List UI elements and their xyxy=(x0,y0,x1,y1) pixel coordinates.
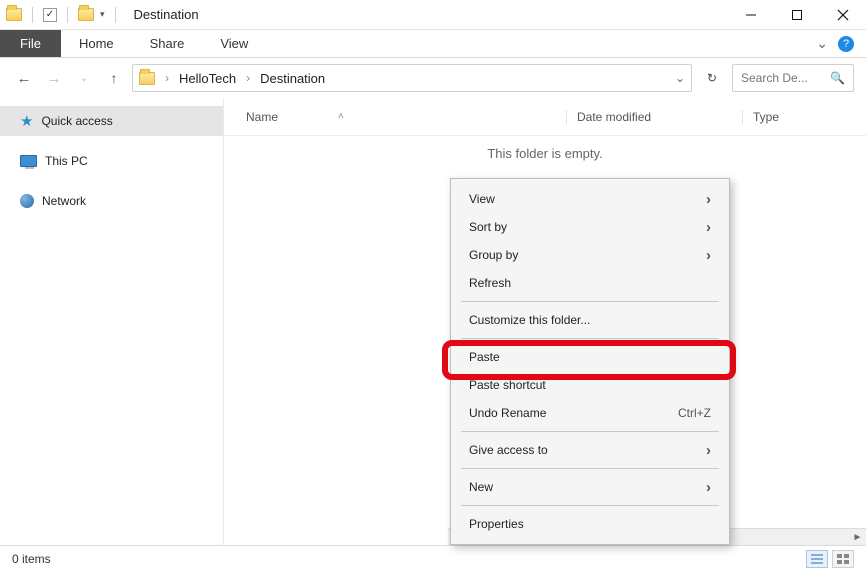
chevron-right-icon[interactable]: › xyxy=(242,71,254,85)
qat-dropdown-icon[interactable]: ▾ xyxy=(100,9,105,20)
help-icon[interactable]: ? xyxy=(838,36,854,52)
separator xyxy=(115,7,116,23)
close-button[interactable] xyxy=(820,0,866,30)
navigation-bar: ← → ⌄ ↑ › HelloTech › Destination ⌄ ↻ 🔍 xyxy=(0,58,866,98)
thumbnails-view-button[interactable] xyxy=(832,550,854,568)
sidebar-item-label: Network xyxy=(42,194,86,208)
separator xyxy=(32,7,33,23)
context-menu: View Sort by Group by Refresh Customize … xyxy=(450,178,730,545)
address-dropdown-icon[interactable]: ⌄ xyxy=(675,71,685,85)
menu-separator xyxy=(461,301,719,302)
folder-icon xyxy=(139,72,155,85)
title-bar: ✓ ▾ Destination xyxy=(0,0,866,30)
menu-label: Sort by xyxy=(469,220,507,234)
quick-access-toolbar: ✓ ▾ Destination xyxy=(0,7,199,23)
empty-folder-text: This folder is empty. xyxy=(224,136,866,161)
menu-sort-by[interactable]: Sort by xyxy=(451,213,729,241)
column-headers: Name ˄ Date modified Type xyxy=(224,98,866,136)
ribbon-collapse-icon[interactable]: ⌄ xyxy=(816,35,828,52)
menu-label: Customize this folder... xyxy=(469,313,590,327)
sidebar-item-quick-access[interactable]: ★ Quick access xyxy=(0,106,223,136)
star-icon: ★ xyxy=(20,112,33,130)
menu-separator xyxy=(461,338,719,339)
menu-separator xyxy=(461,505,719,506)
network-icon xyxy=(20,194,34,208)
menu-properties[interactable]: Properties xyxy=(451,510,729,538)
chevron-right-icon[interactable]: › xyxy=(161,71,173,85)
column-header-type[interactable]: Type xyxy=(742,110,866,124)
ribbon: File Home Share View ⌄ ? xyxy=(0,30,866,58)
window-title: Destination xyxy=(134,7,199,22)
recent-locations-button[interactable]: ⌄ xyxy=(72,66,96,90)
sidebar-item-label: This PC xyxy=(45,154,88,168)
status-bar: 0 items xyxy=(0,545,866,571)
address-bar[interactable]: › HelloTech › Destination ⌄ xyxy=(132,64,692,92)
menu-refresh[interactable]: Refresh xyxy=(451,269,729,297)
menu-view[interactable]: View xyxy=(451,185,729,213)
menu-undo-rename[interactable]: Undo Rename Ctrl+Z xyxy=(451,399,729,427)
menu-new[interactable]: New xyxy=(451,473,729,501)
refresh-button[interactable]: ↻ xyxy=(698,64,726,92)
sidebar-item-network[interactable]: Network xyxy=(0,186,223,216)
tab-share[interactable]: Share xyxy=(132,30,203,57)
search-icon: 🔍 xyxy=(830,71,845,85)
minimize-button[interactable] xyxy=(728,0,774,30)
up-button[interactable]: ↑ xyxy=(102,66,126,90)
back-button[interactable]: ← xyxy=(12,66,36,90)
menu-paste[interactable]: Paste xyxy=(451,343,729,371)
menu-label: Give access to xyxy=(469,443,548,457)
folder-icon xyxy=(6,8,22,21)
menu-paste-shortcut[interactable]: Paste shortcut xyxy=(451,371,729,399)
menu-label: Paste shortcut xyxy=(469,378,546,392)
monitor-icon xyxy=(20,155,37,167)
menu-label: Paste xyxy=(469,350,500,364)
sidebar-item-label: Quick access xyxy=(41,114,112,128)
menu-shortcut: Ctrl+Z xyxy=(678,406,711,420)
breadcrumb-segment[interactable]: HelloTech xyxy=(179,71,236,86)
maximize-button[interactable] xyxy=(774,0,820,30)
menu-label: View xyxy=(469,192,495,206)
details-view-button[interactable] xyxy=(806,550,828,568)
search-input[interactable] xyxy=(741,71,819,85)
new-folder-qat-button[interactable] xyxy=(78,8,94,21)
menu-label: Refresh xyxy=(469,276,511,290)
column-label: Name xyxy=(246,110,278,124)
scroll-right-button[interactable]: ► xyxy=(849,529,866,546)
menu-label: Undo Rename xyxy=(469,406,546,420)
menu-separator xyxy=(461,431,719,432)
body: ★ Quick access This PC Network Name ˄ Da… xyxy=(0,98,866,545)
tab-view[interactable]: View xyxy=(202,30,266,57)
separator xyxy=(67,7,68,23)
properties-qat-button[interactable]: ✓ xyxy=(43,8,57,22)
sidebar-item-this-pc[interactable]: This PC xyxy=(0,146,223,176)
menu-group-by[interactable]: Group by xyxy=(451,241,729,269)
menu-label: Group by xyxy=(469,248,518,262)
menu-label: New xyxy=(469,480,493,494)
sort-caret-icon: ˄ xyxy=(338,111,344,122)
file-tab[interactable]: File xyxy=(0,30,61,57)
column-header-name[interactable]: Name ˄ xyxy=(246,110,566,124)
column-header-date[interactable]: Date modified xyxy=(566,110,742,124)
forward-button[interactable]: → xyxy=(42,66,66,90)
menu-separator xyxy=(461,468,719,469)
menu-give-access-to[interactable]: Give access to xyxy=(451,436,729,464)
status-item-count: 0 items xyxy=(12,552,51,566)
navigation-pane: ★ Quick access This PC Network xyxy=(0,98,224,545)
tab-home[interactable]: Home xyxy=(61,30,132,57)
window-controls xyxy=(728,0,866,30)
breadcrumb-segment[interactable]: Destination xyxy=(260,71,325,86)
search-box[interactable]: 🔍 xyxy=(732,64,854,92)
menu-label: Properties xyxy=(469,517,524,531)
menu-customize-folder[interactable]: Customize this folder... xyxy=(451,306,729,334)
